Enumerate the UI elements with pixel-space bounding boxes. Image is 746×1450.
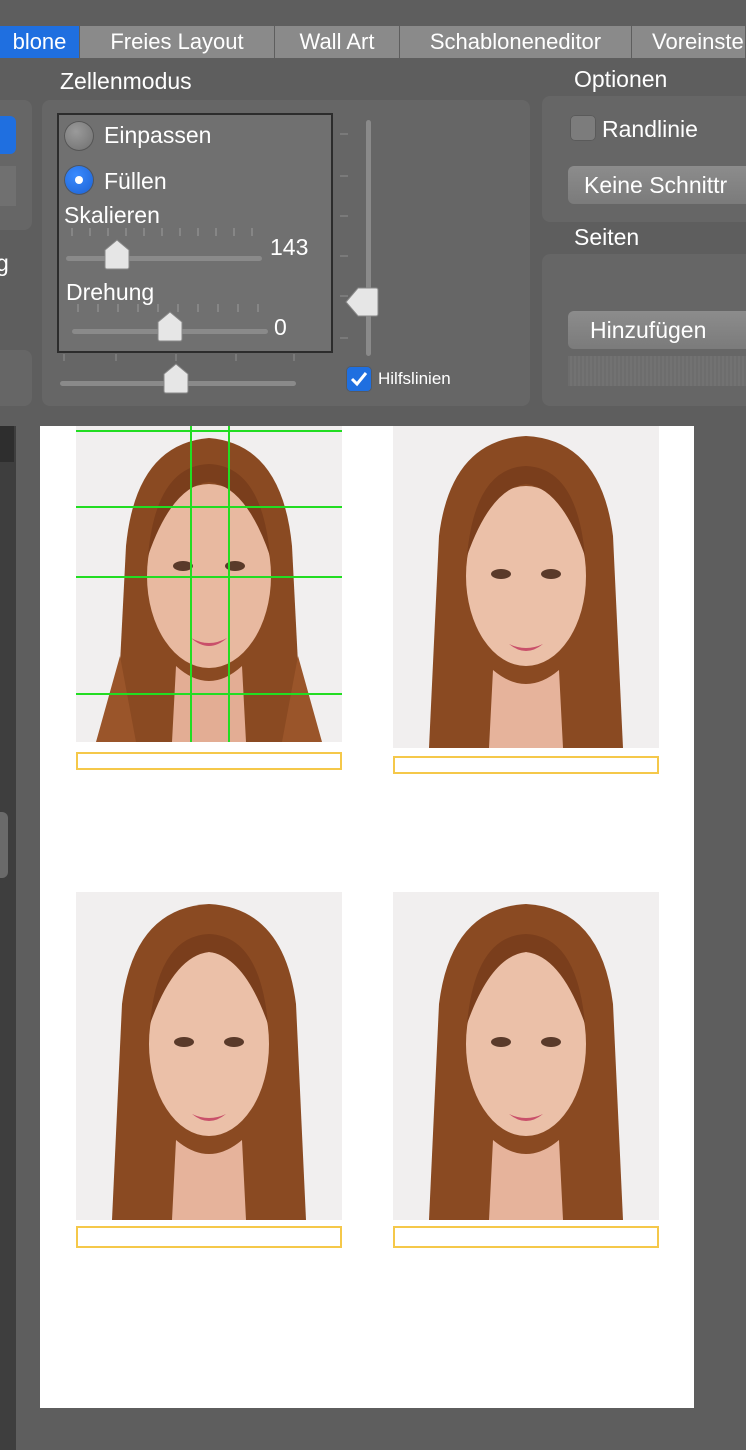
pages-list[interactable] [568, 356, 746, 386]
vertical-slider-ticks [340, 133, 348, 339]
left-panel-field-fragment [0, 166, 16, 206]
no-cut-button[interactable]: Keine Schnittr [568, 166, 746, 204]
guide-line [76, 576, 342, 578]
border-checkbox[interactable] [570, 115, 596, 141]
caption-field-4[interactable] [393, 1226, 659, 1248]
scale-label: Skalieren [64, 202, 160, 228]
photo-cell-2[interactable] [393, 426, 659, 748]
guides-checkbox[interactable] [346, 366, 372, 392]
radio-fuellen-label: Füllen [104, 168, 167, 194]
tab-schabloneneditor[interactable]: Schabloneneditor [400, 26, 632, 58]
photo-cell-1[interactable] [76, 426, 342, 742]
options-title: Optionen [574, 66, 668, 92]
print-page [40, 426, 694, 1408]
checkmark-icon [350, 372, 368, 387]
photo-cell-3[interactable] [76, 892, 342, 1220]
caption-field-1[interactable] [76, 752, 342, 770]
portrait-image [393, 892, 659, 1220]
caption-field-2[interactable] [393, 756, 659, 774]
left-sidebar-strip [0, 426, 16, 1450]
vertical-slider-track[interactable] [366, 120, 371, 356]
caption-field-3[interactable] [76, 1226, 342, 1248]
guide-line [228, 426, 230, 742]
radio-einpassen-label: Einpassen [104, 122, 212, 148]
bottom-slider-thumb[interactable] [161, 362, 191, 394]
border-label: Randlinie [602, 116, 698, 142]
rotation-label: Drehung [66, 279, 155, 305]
guide-line [76, 506, 342, 508]
pages-title: Seiten [574, 224, 640, 250]
portrait-image [393, 426, 659, 748]
tab-freies-layout[interactable]: Freies Layout [80, 26, 275, 58]
photo-cell-4[interactable] [393, 892, 659, 1220]
tab-wall-art[interactable]: Wall Art [275, 26, 400, 58]
scale-slider-thumb[interactable] [102, 238, 132, 270]
guide-line [76, 693, 342, 695]
radio-fuellen[interactable] [64, 165, 94, 195]
left-panel-fragment [0, 100, 32, 230]
tab-bar: blone Freies Layout Wall Art Schablonene… [0, 0, 746, 58]
scale-ticks [71, 228, 253, 236]
left-sidebar-header [0, 426, 14, 462]
tab-voreinstellungen[interactable]: Voreinste [632, 26, 746, 58]
tab-schablone[interactable]: blone [0, 26, 80, 58]
left-panel-button-fragment[interactable] [0, 116, 16, 154]
add-page-button[interactable]: Hinzufügen [568, 311, 746, 349]
radio-einpassen[interactable] [64, 121, 94, 151]
guide-line [190, 426, 192, 742]
left-panel-text-fragment: g [0, 250, 9, 276]
vertical-slider-thumb[interactable] [344, 286, 380, 318]
scale-slider-track[interactable] [66, 256, 262, 261]
rotation-value: 0 [274, 314, 287, 340]
cell-mode-title: Zellenmodus [60, 68, 192, 94]
left-panel-lower-fragment [0, 350, 32, 406]
portrait-image [76, 892, 342, 1220]
left-sidebar-handle[interactable] [0, 812, 8, 878]
guide-line [76, 430, 342, 432]
guides-label: Hilfslinien [378, 369, 451, 388]
scale-value: 143 [270, 234, 309, 260]
rotation-slider-thumb[interactable] [155, 310, 185, 342]
